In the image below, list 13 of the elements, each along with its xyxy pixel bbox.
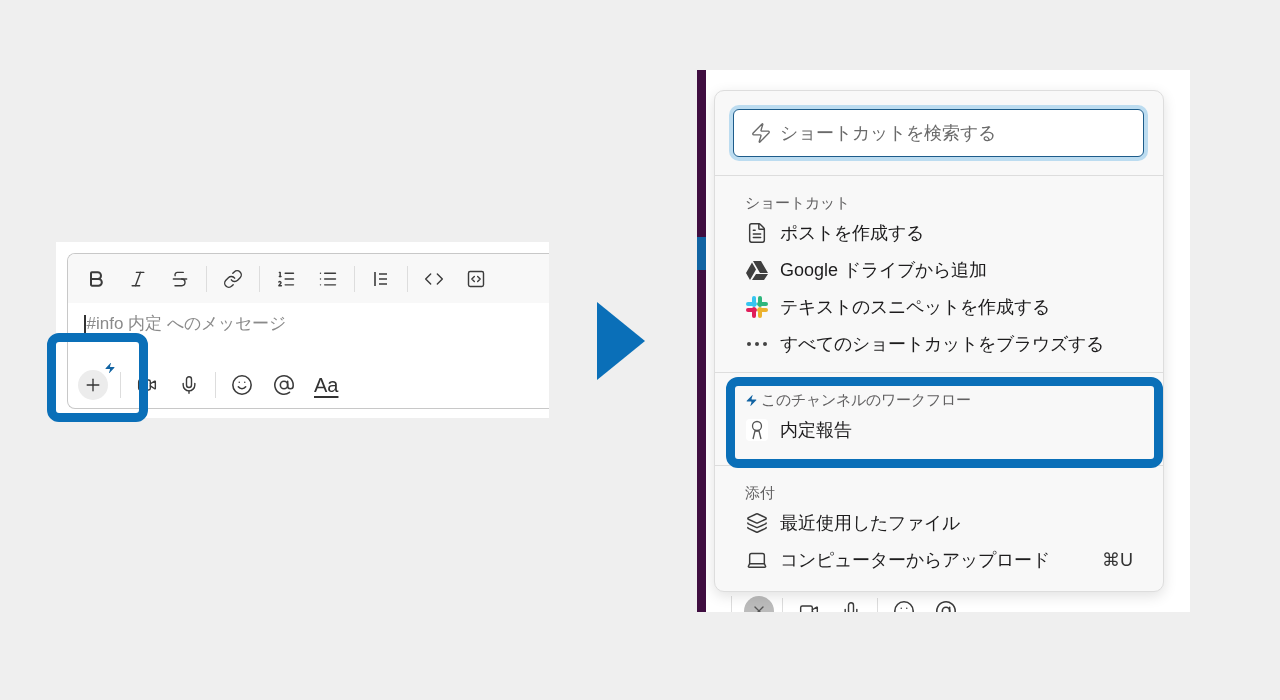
format-button[interactable]: Aa [308,373,345,397]
menu-item[interactable]: コンピューターからアップロード ⌘U [745,541,1163,578]
menu-item[interactable]: すべてのショートカットをブラウズする [745,325,1163,362]
shortcut-key: ⌘U [1102,548,1133,571]
message-placeholder[interactable]: #info 内定 へのメッセージ [68,303,549,353]
menu-item[interactable]: ポストを作成する [745,214,1163,251]
section-title: 添付 [745,483,775,503]
menu-item[interactable]: 最近使用したファイル [745,504,1163,541]
section-title: ショートカット [745,193,850,213]
menu-item[interactable]: Google ドライブから追加 [745,251,1163,288]
menu-item[interactable]: テキストのスニペットを作成する [745,288,1163,325]
section-title: このチャンネルのワークフロー [761,390,971,410]
menu-item[interactable]: 内定報告 [745,411,1163,448]
